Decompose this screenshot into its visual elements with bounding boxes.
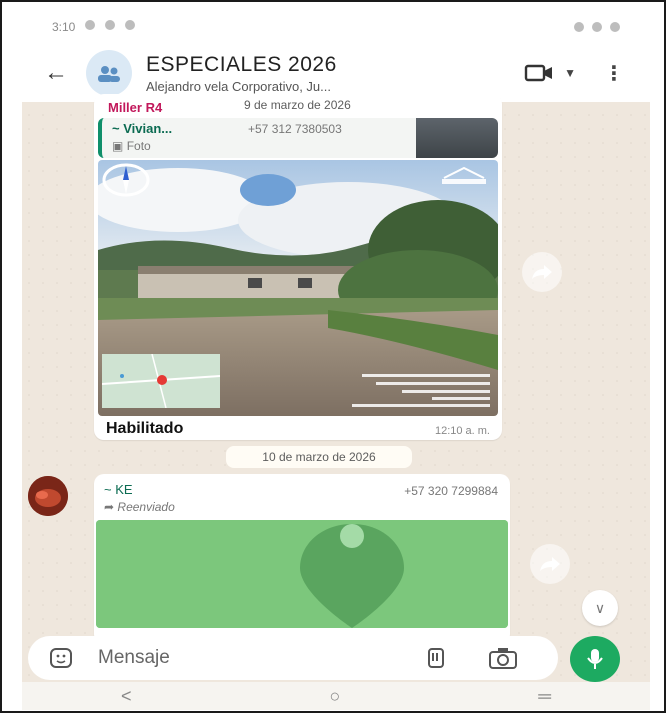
back-arrow-icon[interactable]: ← bbox=[36, 59, 76, 87]
notification-icon bbox=[85, 20, 96, 30]
location-map[interactable] bbox=[96, 520, 508, 628]
geotag-overlay bbox=[352, 374, 490, 407]
signal-icon bbox=[592, 22, 602, 32]
quoted-phone: +57 312 7380503 bbox=[248, 122, 342, 136]
message-sender[interactable]: ~ KE bbox=[104, 482, 133, 497]
status-bar: 3:10 bbox=[22, 10, 650, 44]
quoted-message[interactable]: ~ Vivian... +57 312 7380503 ▣ Foto bbox=[98, 118, 498, 158]
quoted-thumbnail bbox=[416, 118, 498, 158]
chat-subtitle: Alejandro vela Corporativo, Ju... bbox=[146, 78, 331, 94]
quoted-type-label: Foto bbox=[126, 139, 151, 153]
date-separator: 10 de marzo de 2026 bbox=[226, 446, 412, 468]
nav-home-button[interactable]: ○ bbox=[329, 686, 340, 707]
nav-recents-button[interactable]: ═ bbox=[538, 686, 551, 707]
mic-icon[interactable] bbox=[570, 636, 620, 682]
header-actions: ▼ ⋮ bbox=[524, 61, 650, 86]
watermark-logo bbox=[442, 166, 486, 184]
status-left: 3:10 bbox=[52, 20, 136, 34]
wifi-icon bbox=[574, 22, 584, 32]
message-caption: Habilitado bbox=[106, 420, 184, 437]
group-avatar-icon[interactable] bbox=[86, 50, 132, 96]
screenshot-frame: 3:10 ← ESPECIALES 2026 Alejandro vela Co… bbox=[0, 0, 666, 713]
compass-icon bbox=[102, 163, 150, 197]
notification-icon bbox=[105, 20, 116, 30]
notification-icon bbox=[125, 20, 136, 30]
forward-icon bbox=[540, 557, 560, 571]
battery-icon bbox=[610, 22, 620, 32]
photo-attachment[interactable] bbox=[98, 160, 498, 416]
video-call-icon[interactable] bbox=[524, 63, 554, 83]
forward-button[interactable] bbox=[522, 252, 562, 292]
more-options-icon[interactable]: ⋮ bbox=[604, 61, 624, 86]
location-minimap bbox=[102, 354, 220, 408]
camera-icon[interactable] bbox=[488, 646, 518, 670]
system-navigation-bar: < ○ ═ bbox=[22, 682, 650, 710]
quoted-sender: ~ Vivian... bbox=[112, 121, 173, 136]
chat-title-area[interactable]: ESPECIALES 2026 Alejandro vela Corporati… bbox=[146, 53, 466, 94]
message-date-header: 9 de marzo de 2026 bbox=[244, 98, 351, 112]
emoji-sticker-icon[interactable] bbox=[40, 647, 82, 669]
attach-icon[interactable] bbox=[424, 646, 448, 670]
message-bubble-photo[interactable]: Miller R4 9 de marzo de 2026 ~ Vivian...… bbox=[94, 94, 502, 440]
photo-icon: ▣ bbox=[112, 139, 124, 153]
message-composer bbox=[28, 636, 558, 680]
avatar[interactable] bbox=[28, 476, 68, 516]
scroll-down-icon[interactable]: ∨ bbox=[582, 590, 618, 626]
map-pin-icon bbox=[96, 520, 508, 628]
nav-back-button[interactable]: < bbox=[121, 686, 132, 707]
forward-icon: ➦ bbox=[104, 500, 115, 514]
message-sender[interactable]: Miller R4 bbox=[108, 100, 162, 115]
message-bubble-location[interactable]: ~ KE +57 320 7299884 ➦ Reenviado bbox=[94, 474, 510, 644]
forwarded-text: Reenviado bbox=[117, 500, 175, 514]
message-sender-phone: +57 320 7299884 bbox=[404, 484, 498, 498]
message-time: 12:10 a. m. bbox=[434, 425, 490, 437]
status-time: 3:10 bbox=[52, 20, 76, 34]
status-right bbox=[574, 22, 620, 32]
forwarded-label: ➦ Reenviado bbox=[104, 500, 175, 514]
forward-button[interactable] bbox=[530, 544, 570, 584]
forward-icon bbox=[532, 265, 552, 279]
phone-screen: 3:10 ← ESPECIALES 2026 Alejandro vela Co… bbox=[22, 10, 650, 710]
quoted-type: ▣ Foto bbox=[112, 139, 151, 153]
chevron-down-icon[interactable]: ▼ bbox=[564, 66, 576, 80]
message-input[interactable] bbox=[98, 647, 398, 669]
chat-title: ESPECIALES 2026 bbox=[146, 52, 337, 76]
